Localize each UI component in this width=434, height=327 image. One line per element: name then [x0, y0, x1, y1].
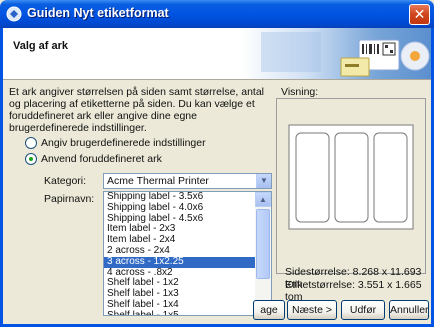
intro-text: Et ark angiver størrelsen på siden samt …: [9, 86, 265, 134]
option-predefined-label: Anvend foruddefineret ark: [41, 153, 162, 165]
preview-label: Visning:: [281, 86, 319, 98]
paper-list-item[interactable]: 3 across - 1x2.25: [104, 256, 256, 268]
sheet-preview-graphic: [288, 124, 414, 230]
finish-button[interactable]: Udfør: [341, 300, 385, 320]
scrollbar-thumb[interactable]: [256, 209, 270, 279]
app-icon: [6, 6, 22, 22]
chevron-up-icon[interactable]: ▲: [255, 192, 271, 207]
paper-list-item[interactable]: Shelf label - 1x5: [104, 310, 256, 315]
radio-predefined[interactable]: [25, 153, 37, 165]
sheet-preview: [276, 98, 426, 274]
category-label: Kategori:: [44, 175, 87, 187]
wizard-header: Valg af ark: [3, 28, 431, 80]
paper-label: Papirnavn:: [44, 193, 95, 205]
title-bar: Guiden Nyt etiketformat ✕: [0, 0, 434, 28]
option-custom[interactable]: Angiv brugerdefinerede indstillinger: [25, 137, 206, 149]
radio-custom[interactable]: [25, 137, 37, 149]
close-button[interactable]: ✕: [409, 4, 430, 25]
window-title: Guiden Nyt etiketformat: [27, 6, 169, 20]
paper-list-items: Shipping label - 3.5x6 Shipping label - 4…: [104, 192, 256, 315]
wizard-content: Et ark angiver størrelsen på siden samt …: [3, 81, 431, 324]
paper-list[interactable]: Shipping label - 3.5x6 Shipping label - 4…: [103, 191, 272, 316]
option-predefined[interactable]: Anvend foruddefineret ark: [25, 153, 162, 165]
cancel-button[interactable]: Annuller: [389, 300, 429, 320]
paper-list-item[interactable]: Shipping label - 4.0x6: [104, 202, 256, 214]
paper-list-scrollbar[interactable]: ▲ ▼: [255, 192, 271, 315]
next-button[interactable]: Næste >: [287, 300, 337, 320]
header-graphic: [241, 28, 431, 79]
category-value: Acme Thermal Printer: [107, 175, 209, 187]
chevron-down-icon[interactable]: ▼: [256, 174, 271, 188]
back-button[interactable]: age: [253, 300, 285, 320]
barcode-label-graphic: [261, 32, 430, 77]
close-icon: ✕: [413, 6, 426, 22]
category-select[interactable]: Acme Thermal Printer ▼: [103, 173, 272, 189]
page-title: Valg af ark: [13, 40, 69, 52]
option-custom-label: Angiv brugerdefinerede indstillinger: [41, 137, 206, 149]
